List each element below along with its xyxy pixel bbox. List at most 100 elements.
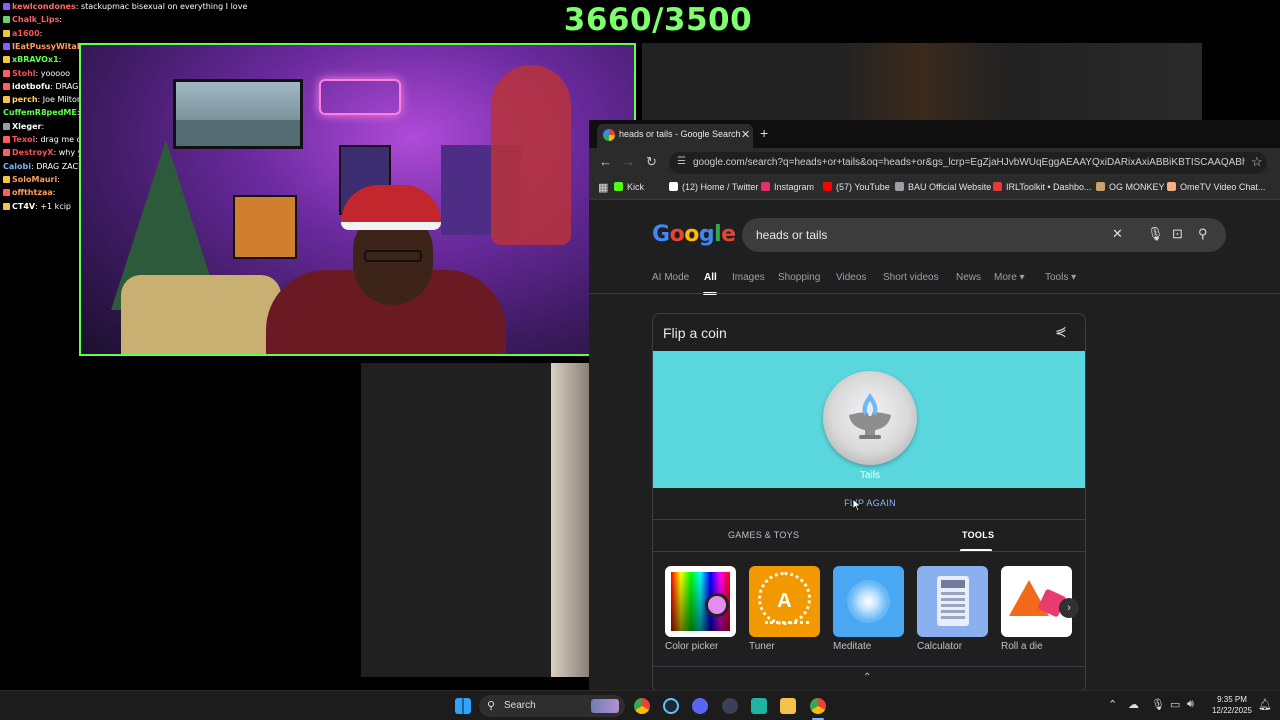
bookmark-item[interactable]: Kick	[614, 182, 644, 192]
calculator-tile[interactable]	[917, 566, 988, 637]
logo-letter: g	[698, 222, 715, 247]
calculator-screen	[941, 580, 965, 588]
santa-hat	[341, 185, 441, 230]
chat-username[interactable]: DestroyX	[12, 148, 53, 157]
back-arrow-icon[interactable]: ←	[599, 154, 612, 169]
flip-again-button[interactable]: FLIP AGAIN	[653, 498, 1085, 508]
chat-username[interactable]: xBRAVOx1	[12, 55, 59, 64]
tab-games-toys[interactable]: GAMES & TOYS	[728, 530, 799, 540]
taskbar: ⚲ Search ⌃ ☁ 🎙︎ ▭ 🔊︎ 9:35 PM 12/22/2025 …	[0, 690, 1280, 720]
collapse-chevron-icon[interactable]: ⌃	[863, 672, 871, 683]
apps-grid-icon[interactable]: ▦	[598, 181, 608, 194]
chat-username[interactable]: offthtzaa	[12, 188, 53, 197]
bookmark-item[interactable]: BAU Official Website	[895, 182, 991, 192]
browser-tab[interactable]: heads or tails - Google Search ✕	[597, 124, 753, 148]
color-picker-tile[interactable]	[665, 566, 736, 637]
chat-separator: :	[57, 174, 60, 184]
meditate-icon	[847, 580, 890, 623]
chat-badge-icon	[3, 149, 10, 157]
tray-overflow-icon[interactable]: ⌃	[1108, 698, 1117, 711]
search-tab[interactable]: Images	[732, 272, 765, 283]
chat-username[interactable]: Xleger	[12, 122, 41, 131]
notification-bell-icon[interactable]: 🔔︎	[1258, 698, 1272, 711]
chat-message: SoloMauri:	[3, 173, 60, 186]
forward-arrow-icon[interactable]: →	[622, 154, 635, 169]
bookmark-favicon-icon	[614, 182, 623, 191]
volume-icon[interactable]: 🔊︎	[1187, 698, 1194, 711]
clock-date: 12/22/2025	[1211, 706, 1253, 715]
capture-taskbar-icon[interactable]	[751, 698, 767, 714]
coin-stage[interactable]: Tails	[653, 351, 1085, 488]
site-info-icon[interactable]: ☰	[677, 156, 686, 167]
clock[interactable]: 9:35 PM 12/22/2025	[1208, 694, 1256, 716]
google-logo[interactable]: Google	[652, 222, 736, 247]
chat-username[interactable]: Calobi	[3, 162, 31, 171]
search-icon[interactable]: ⚲	[1198, 226, 1208, 242]
search-query[interactable]: heads or tails	[756, 228, 827, 242]
chat-message: kewlcondones: stackupmac bisexual on eve…	[3, 0, 247, 13]
steam-taskbar-icon[interactable]	[663, 698, 679, 714]
bookmark-item[interactable]: Instagram	[761, 182, 814, 192]
chat-username[interactable]: a1600	[12, 29, 40, 38]
file-explorer-taskbar-icon[interactable]	[780, 698, 796, 714]
tuner-tile[interactable]: A	[749, 566, 820, 637]
chat-badge-icon	[3, 136, 10, 143]
windows-start-icon[interactable]	[455, 698, 471, 714]
chat-username[interactable]: CT4V	[12, 202, 35, 211]
clear-search-icon[interactable]: ✕	[1112, 226, 1123, 242]
bookmark-star-icon[interactable]: ☆	[1251, 154, 1263, 170]
lens-search-icon[interactable]: ⊡	[1172, 226, 1183, 242]
search-tab[interactable]: News	[956, 272, 981, 283]
microphone-icon[interactable]: 🎙︎	[1151, 698, 1165, 711]
meditate-tile[interactable]	[833, 566, 904, 637]
chat-username[interactable]: Stohl	[12, 69, 36, 78]
chat-username[interactable]: perch	[12, 95, 38, 104]
search-tab[interactable]: More ▾	[994, 272, 1025, 283]
search-box[interactable]: heads or tails ✕ 🎙︎ ⊡ ⚲	[742, 218, 1226, 252]
chat-username[interactable]: idotbofu	[12, 82, 50, 91]
logo-letter: e	[721, 222, 736, 247]
neon-sign	[319, 79, 401, 115]
new-tab-button[interactable]: +	[760, 125, 768, 141]
bookmark-item[interactable]: OG MONKEY	[1096, 182, 1165, 192]
secondary-video-panel	[642, 43, 1202, 123]
obs-taskbar-icon[interactable]	[810, 698, 826, 714]
address-bar[interactable]: ☰ google.com/search?q=heads+or+tails&oq=…	[669, 152, 1267, 174]
chat-separator: :	[59, 15, 63, 25]
chat-text: yooooo	[40, 68, 70, 78]
close-tab-icon[interactable]: ✕	[741, 128, 750, 141]
voice-search-icon[interactable]: 🎙︎	[1147, 226, 1164, 242]
search-tab[interactable]: AI Mode	[652, 272, 689, 283]
chat-username[interactable]: Chalk_Lips	[12, 15, 59, 24]
taskbar-search[interactable]: ⚲ Search	[479, 695, 625, 717]
logo-letter: o	[684, 222, 699, 247]
bookmark-label: (57) YouTube	[836, 182, 890, 192]
search-tab[interactable]: All	[704, 272, 717, 283]
search-tab[interactable]: Short videos	[883, 272, 939, 283]
chat-username[interactable]: Texoi	[12, 135, 35, 144]
chat-username[interactable]: SoloMauri	[12, 175, 57, 184]
network-icon[interactable]: ▭	[1170, 698, 1180, 711]
logo-letter: G	[652, 222, 670, 247]
share-icon[interactable]: ⋞	[1055, 323, 1067, 340]
search-tab[interactable]: Videos	[836, 272, 866, 283]
chrome-taskbar-icon[interactable]	[634, 698, 650, 714]
search-tab[interactable]: Tools ▾	[1045, 272, 1076, 283]
bookmark-item[interactable]: (57) YouTube	[823, 182, 890, 192]
bookmark-item[interactable]: (12) Home / Twitter	[669, 182, 758, 192]
coin[interactable]	[823, 371, 917, 465]
chat-badge-icon	[3, 82, 10, 90]
discord-taskbar-icon[interactable]	[692, 698, 708, 714]
reload-icon[interactable]: ↻	[646, 154, 657, 170]
tools-next-arrow-icon[interactable]: ›	[1059, 598, 1079, 618]
tab-tools[interactable]: TOOLS	[962, 530, 994, 540]
app-taskbar-icon[interactable]	[722, 698, 738, 714]
bookmark-item[interactable]: IRLToolkit • Dashbo...	[993, 182, 1092, 192]
chat-username[interactable]: kewlcondones	[12, 2, 76, 11]
mouse-cursor-icon	[852, 498, 862, 512]
bookmark-item[interactable]: OmeTV Video Chat...	[1167, 182, 1265, 192]
chat-username[interactable]: CuffemR8pedME	[3, 108, 77, 117]
onedrive-icon[interactable]: ☁	[1128, 698, 1139, 711]
search-tab[interactable]: Shopping	[778, 272, 820, 283]
chat-badge-icon	[3, 42, 10, 50]
